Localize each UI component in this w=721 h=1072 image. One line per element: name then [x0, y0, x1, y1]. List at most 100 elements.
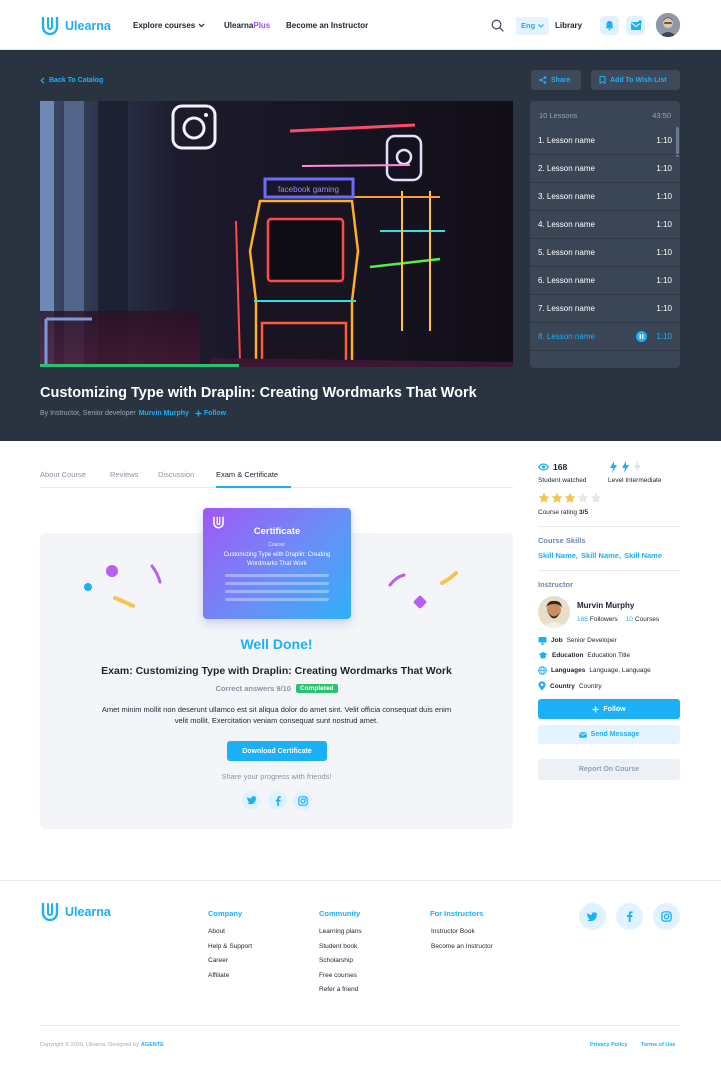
course-video-player[interactable]: facebook gaming [40, 101, 513, 367]
footer-link[interactable]: Affiliate [208, 972, 252, 979]
students-watched-count: 168 [553, 462, 568, 472]
footer-link[interactable]: Instructor Book [431, 928, 493, 935]
top-header: Ulearna Explore courses UlearnaPlus Beco… [0, 0, 721, 50]
ulearna-plus-link[interactable]: UlearnaPlus [224, 21, 270, 30]
footer-link[interactable]: Student book [319, 943, 362, 950]
level-bolts-icon [610, 461, 641, 473]
tab-exam-certificate[interactable]: Exam & Certificate [216, 470, 278, 479]
tab-about-course[interactable]: About Course [40, 470, 86, 479]
share-twitter-button[interactable] [242, 791, 261, 810]
students-watched-stat: 168 [538, 462, 567, 472]
lesson-name: 4. Lesson name [538, 220, 595, 229]
search-icon[interactable] [491, 19, 504, 32]
active-tab-indicator [216, 486, 291, 488]
course-byline: By Instructor, Senior developer Murvin M… [40, 410, 226, 417]
instructor-avatar[interactable] [538, 596, 570, 628]
footer-facebook-button[interactable] [616, 903, 643, 930]
follow-author-link[interactable]: Follow [195, 410, 226, 417]
lesson-item[interactable]: 2. Lesson name 1:10 [530, 155, 680, 183]
lesson-duration: 1:10 [656, 332, 672, 341]
footer-link[interactable]: Learning plans [319, 928, 362, 935]
library-link[interactable]: Library [555, 21, 582, 30]
lesson-item[interactable]: 5. Lesson name 1:10 [530, 239, 680, 267]
rating-label: Course rating [538, 509, 578, 516]
user-photo-icon [656, 13, 680, 37]
copyright-label: Copyright © 2020, Ulearna. Designed by [40, 1042, 139, 1048]
add-to-wishlist-button[interactable]: Add To Wish List [591, 70, 680, 90]
instructor-languages-row: Languages Language, Language [538, 666, 651, 675]
back-to-catalog-link[interactable]: Back To Catalog [40, 77, 103, 84]
footer-link[interactable]: Become an Instructor [431, 943, 493, 950]
footer-link[interactable]: Scholarship [319, 957, 362, 964]
share-button[interactable]: Share [531, 70, 581, 90]
star-icon [577, 492, 589, 503]
confetti-right-decoration [388, 571, 458, 609]
lesson-meta: 1:10 [656, 304, 672, 313]
download-certificate-button[interactable]: Download Certificate [227, 741, 327, 761]
neon-arcade-video-frame: facebook gaming [40, 101, 513, 367]
lesson-item[interactable]: 1. Lesson name 1:10 [530, 127, 680, 155]
become-instructor-link[interactable]: Become an Instructor [286, 21, 368, 30]
footer-twitter-button[interactable] [579, 903, 606, 930]
chevron-down-icon [538, 24, 545, 28]
certificate-line [225, 598, 329, 601]
report-course-button[interactable]: Report On Course [538, 759, 680, 780]
tab-discussion[interactable]: Discussion [158, 470, 194, 479]
courses-count: 10 [625, 616, 633, 623]
skill-link[interactable]: Skill Name, [581, 551, 621, 560]
lesson-item[interactable]: 6. Lesson name 1:10 [530, 267, 680, 295]
explore-courses-menu[interactable]: Explore courses [133, 21, 205, 30]
instructor-name[interactable]: Murvin Murphy [577, 601, 634, 610]
lesson-item[interactable]: 4. Lesson name 1:10 [530, 211, 680, 239]
share-facebook-button[interactable] [268, 791, 287, 810]
certificate-preview[interactable]: Certificate Course: Customizing Type wit… [203, 508, 351, 619]
plus-icon [592, 706, 599, 712]
footer-link[interactable]: Free courses [319, 972, 362, 979]
skill-link[interactable]: Skill Name, [538, 551, 578, 560]
exam-score-row: Correct answers 9/10 Completed [40, 684, 513, 693]
exam-description-line-2: velit mollit. Exercitation veniam conseq… [174, 716, 379, 725]
tab-reviews[interactable]: Reviews [110, 470, 138, 479]
follow-instructor-button[interactable]: Follow [538, 699, 680, 719]
lesson-item[interactable]: 3. Lesson name 1:10 [530, 183, 680, 211]
footer-link[interactable]: About [208, 928, 252, 935]
send-message-button[interactable]: Send Message [538, 725, 680, 744]
instructor-country-row: Country Country [538, 681, 602, 691]
skill-link[interactable]: Skill Name [624, 551, 662, 560]
footer-link[interactable]: Refer a friend [319, 986, 362, 993]
lesson-item[interactable]: 7. Lesson name 1:10 [530, 295, 680, 323]
follow-label: Follow [203, 410, 227, 417]
language-select[interactable]: Eng [516, 17, 550, 35]
plus-icon [195, 410, 202, 417]
footer-instagram-button[interactable] [653, 903, 680, 930]
messages-button[interactable] [626, 16, 645, 35]
pause-icon[interactable] [636, 331, 648, 342]
location-pin-icon [538, 681, 546, 691]
notifications-button[interactable] [600, 16, 619, 35]
footer-logo[interactable]: Ulearna [40, 902, 111, 922]
lesson-item[interactable]: 8. Lesson name 1:10 [530, 323, 680, 351]
author-link[interactable]: Murvin Murphy [139, 410, 189, 417]
lesson-duration: 1:10 [656, 220, 672, 229]
footer-link[interactable]: Help & Support [208, 943, 252, 950]
plus-text: Plus [253, 21, 271, 30]
footer-link[interactable]: Career [208, 957, 252, 964]
graduation-cap-icon [538, 652, 548, 659]
terms-of-use-link[interactable]: Terms of Use [641, 1042, 675, 1048]
privacy-policy-link[interactable]: Privacy Policy [590, 1042, 627, 1048]
logo[interactable]: Ulearna [40, 16, 111, 36]
designer-link[interactable]: AGENTE [141, 1042, 164, 1048]
facebook-icon [627, 911, 633, 922]
instagram-icon [297, 795, 308, 806]
education-key: Education [552, 652, 584, 659]
followers-label: Followers [589, 616, 618, 623]
course-skills-list: Skill Name, Skill Name, Skill Name [538, 551, 662, 560]
lessons-count: 10 Lessons [539, 111, 578, 120]
course-rating-text: Course rating 3/5 [538, 509, 588, 516]
share-instagram-button[interactable] [293, 791, 312, 810]
lesson-duration: 1:10 [656, 192, 672, 201]
star-icon [590, 492, 602, 503]
footer-instructors-heading: For Instructors [430, 909, 484, 918]
user-avatar[interactable] [656, 13, 680, 37]
students-watched-label: Student watched [538, 477, 587, 484]
